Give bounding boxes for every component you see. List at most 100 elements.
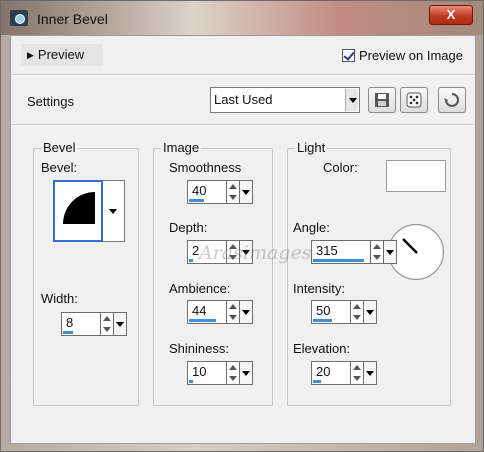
image-value-3: 10	[192, 364, 207, 379]
light-dropdown-0[interactable]	[384, 240, 397, 264]
preview-toggle-label: Preview	[37, 47, 85, 62]
light-input-0[interactable]: 315	[311, 240, 371, 264]
bevel-shape-dropdown[interactable]	[103, 180, 125, 242]
image-slider-track-0[interactable]	[189, 199, 204, 202]
light-dropdown-2[interactable]	[364, 361, 377, 385]
down-arrow-icon[interactable]	[229, 195, 237, 200]
image-dropdown-2[interactable]	[240, 300, 253, 324]
angle-dial-needle	[402, 238, 418, 254]
image-spinner-3[interactable]: 10	[187, 361, 253, 385]
image-input-0[interactable]: 40	[187, 180, 227, 204]
preview-on-image-option[interactable]: Preview on Image	[341, 48, 463, 64]
up-arrow-icon[interactable]	[373, 244, 381, 249]
dice-icon	[406, 92, 422, 108]
image-stepper-2[interactable]	[227, 300, 240, 324]
up-arrow-icon[interactable]	[103, 316, 111, 321]
light-spinner-1[interactable]: 50	[311, 300, 377, 324]
color-label: Color:	[323, 160, 358, 175]
title-bar[interactable]: Inner Bevel X	[1, 1, 483, 35]
light-label-2: Elevation:	[293, 341, 351, 356]
light-dropdown-1[interactable]	[364, 300, 377, 324]
width-input[interactable]: 8	[61, 312, 101, 336]
width-label: Width:	[41, 291, 78, 306]
up-arrow-icon[interactable]	[229, 365, 237, 370]
preview-on-image-checkbox[interactable]	[341, 49, 355, 62]
width-stepper[interactable]	[101, 312, 114, 336]
image-stepper-0[interactable]	[227, 180, 240, 204]
bevel-group-title: Bevel	[41, 140, 78, 155]
watermark-text: Arasimages	[199, 242, 312, 264]
chevron-down-icon[interactable]	[345, 89, 358, 111]
light-stepper-2[interactable]	[351, 361, 364, 385]
preview-toggle-button[interactable]: ▶ Preview	[21, 44, 103, 66]
up-arrow-icon[interactable]	[229, 184, 237, 189]
light-stepper-0[interactable]	[371, 240, 384, 264]
image-spinner-2[interactable]: 44	[187, 300, 253, 324]
light-slider-track-2[interactable]	[313, 380, 321, 383]
divider	[11, 74, 475, 76]
reset-button[interactable]	[438, 87, 466, 113]
image-slider-track-2[interactable]	[189, 319, 216, 322]
light-spinner-2[interactable]: 20	[311, 361, 377, 385]
preview-on-image-label: Preview on Image	[358, 48, 463, 63]
width-value: 8	[66, 315, 74, 330]
image-label-1: Depth:	[169, 220, 208, 235]
up-arrow-icon[interactable]	[229, 304, 237, 309]
image-input-3[interactable]: 10	[187, 361, 227, 385]
down-arrow-icon[interactable]	[229, 315, 237, 320]
image-label-0: Smoothness	[169, 160, 242, 175]
down-arrow-icon[interactable]	[229, 376, 237, 381]
down-arrow-icon[interactable]	[353, 376, 361, 381]
dialog-body: ▶ Preview Preview on Image Settings Last …	[10, 35, 476, 444]
bevel-quarter-round-icon	[63, 192, 95, 224]
light-group-title: Light	[295, 140, 328, 155]
settings-label: Settings	[27, 94, 74, 109]
image-spinner-0[interactable]: 40	[187, 180, 253, 204]
light-label-0: Angle:	[293, 220, 330, 235]
save-icon	[375, 93, 389, 107]
save-preset-button[interactable]	[368, 87, 396, 113]
triangle-right-icon: ▶	[27, 50, 34, 60]
image-label-2: Ambience:	[169, 281, 231, 296]
light-slider-track-0[interactable]	[313, 259, 364, 262]
light-input-1[interactable]: 50	[311, 300, 351, 324]
inner-bevel-dialog: Inner Bevel X ▶ Preview Preview on Image …	[0, 0, 484, 452]
image-slider-track-3[interactable]	[189, 380, 193, 383]
app-camera-icon	[10, 10, 28, 26]
settings-preset-value: Last Used	[214, 92, 273, 107]
light-slider-track-1[interactable]	[313, 319, 332, 322]
width-slider-track[interactable]	[63, 331, 73, 334]
light-value-2: 20	[316, 364, 331, 379]
light-stepper-1[interactable]	[351, 300, 364, 324]
light-value-0: 315	[316, 243, 338, 258]
bevel-shape-preview[interactable]	[53, 180, 103, 242]
image-value-2: 44	[192, 303, 207, 318]
width-dropdown[interactable]	[114, 312, 127, 336]
width-spinner[interactable]: 8	[61, 312, 127, 336]
image-input-2[interactable]: 44	[187, 300, 227, 324]
down-arrow-icon[interactable]	[103, 327, 111, 332]
bevel-label: Bevel:	[41, 160, 78, 175]
image-dropdown-3[interactable]	[240, 361, 253, 385]
light-color-swatch[interactable]	[386, 160, 446, 192]
divider	[11, 124, 475, 126]
up-arrow-icon[interactable]	[353, 304, 361, 309]
up-arrow-icon[interactable]	[353, 365, 361, 370]
randomize-button[interactable]	[400, 87, 428, 113]
image-dropdown-0[interactable]	[240, 180, 253, 204]
image-value-0: 40	[192, 183, 207, 198]
down-arrow-icon[interactable]	[373, 255, 381, 260]
window-title: Inner Bevel	[37, 11, 108, 27]
close-button[interactable]: X	[429, 5, 473, 25]
light-spinner-0[interactable]: 315	[311, 240, 397, 264]
light-value-1: 50	[316, 303, 331, 318]
image-label-3: Shininess:	[169, 341, 229, 356]
image-group-title: Image	[161, 140, 202, 155]
image-slider-track-1[interactable]	[189, 259, 193, 262]
light-label-1: Intensity:	[293, 281, 346, 296]
settings-preset-select[interactable]: Last Used	[210, 87, 360, 113]
light-input-2[interactable]: 20	[311, 361, 351, 385]
down-arrow-icon[interactable]	[353, 315, 361, 320]
image-stepper-3[interactable]	[227, 361, 240, 385]
reset-icon	[444, 93, 459, 107]
